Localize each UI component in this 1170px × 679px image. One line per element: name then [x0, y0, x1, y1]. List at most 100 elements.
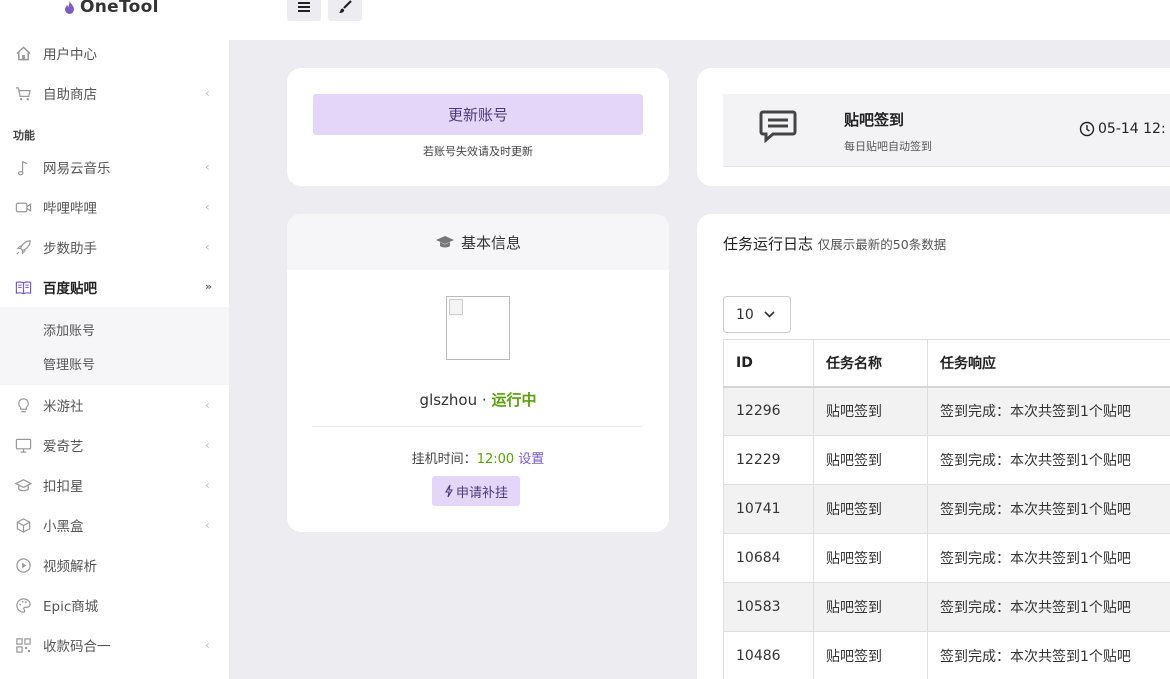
submenu-item-add-account[interactable]: 添加账号	[0, 312, 229, 346]
sidebar-item-epic-store[interactable]: Epic商城	[0, 585, 229, 625]
sidebar-item-label: 用户中心	[43, 47, 97, 63]
column-header-task-name[interactable]: 任务名称	[813, 339, 928, 388]
app-name: OneTool	[80, 0, 159, 17]
sidebar-item-baidu-tieba[interactable]: 百度贴吧 »	[0, 267, 229, 307]
table-row: 10486 贴吧签到 签到完成：本次共签到1个贴吧	[723, 631, 1170, 679]
section-label-features: 功能	[13, 129, 35, 142]
log-subtitle: 仅展示最新的50条数据	[817, 237, 947, 252]
sign-task-time: 05-14 12:	[1079, 121, 1166, 137]
page-size-select[interactable]: 10	[723, 296, 791, 333]
column-header-task-response[interactable]: 任务响应	[927, 339, 1170, 388]
cell-task-name: 贴吧签到	[813, 386, 928, 436]
table-row: 10583 贴吧签到 签到完成：本次共签到1个贴吧	[723, 582, 1170, 632]
status-badge: 运行中	[491, 391, 537, 409]
account-status-line: glszhou · 运行中	[287, 389, 669, 410]
top-bar	[229, 0, 1170, 40]
column-header-id[interactable]: ID	[723, 339, 814, 388]
cell-task-response: 签到完成：本次共签到1个贴吧	[927, 435, 1170, 485]
theme-button[interactable]	[328, 0, 362, 21]
sidebar-item-netease-music[interactable]: 网易云音乐 ‹	[0, 147, 229, 187]
cell-id: 12229	[723, 435, 814, 485]
lightning-icon	[445, 484, 453, 498]
sidebar-item-label: 步数助手	[43, 241, 97, 257]
hang-time-line: 挂机时间：12:00 设置	[287, 448, 669, 467]
sidebar-item-label: Epic商城	[43, 599, 99, 615]
sidebar-item-label: 百度贴吧	[43, 281, 97, 297]
chevron-left-icon: ‹	[205, 478, 210, 492]
sidebar-item-shop[interactable]: 自助商店 ‹	[0, 73, 229, 113]
chevron-left-icon: ‹	[205, 240, 210, 254]
cell-id: 10486	[723, 631, 814, 679]
update-account-button[interactable]: 更新账号	[313, 94, 643, 135]
apply-resign-button[interactable]: 申请补挂	[432, 476, 520, 506]
graduation-cap-icon	[435, 236, 454, 248]
chevron-down-icon	[764, 311, 775, 318]
sidebar-item-label: 自助商店	[43, 87, 97, 103]
basic-info-title: 基本信息	[460, 233, 521, 252]
qrcode-icon	[14, 636, 32, 654]
sidebar-item-iqiyi[interactable]: 爱奇艺 ‹	[0, 425, 229, 465]
sidebar-item-label: 网易云音乐	[43, 161, 111, 177]
cell-task-name: 贴吧签到	[813, 631, 928, 679]
hang-time-label: 挂机时间：	[411, 452, 477, 467]
cell-task-response: 签到完成：本次共签到1个贴吧	[927, 484, 1170, 534]
page-size-value: 10	[736, 306, 754, 323]
cell-task-name: 贴吧签到	[813, 435, 928, 485]
table-row: 10684 贴吧签到 签到完成：本次共签到1个贴吧	[723, 533, 1170, 583]
sidebar-item-bilibili[interactable]: 哔哩哔哩 ‹	[0, 187, 229, 227]
sidebar: OneTool 用户中心 自助商店 ‹ 功能 网易云音乐 ‹ 哔哩哔哩 ‹ 步数…	[0, 0, 229, 679]
chevron-left-icon: ‹	[205, 86, 210, 100]
task-log-title: 任务运行日志 仅展示最新的50条数据	[723, 233, 946, 254]
app-logo[interactable]: OneTool	[64, 0, 159, 18]
table-row: 12296 贴吧签到 签到完成：本次共签到1个贴吧	[723, 386, 1170, 436]
task-log-card: 任务运行日志 仅展示最新的50条数据 10 ID 任务名称 任务响应 12296…	[697, 214, 1170, 679]
task-log-table: ID 任务名称 任务响应 12296 贴吧签到 签到完成：本次共签到1个贴吧 1…	[723, 339, 1170, 679]
avatar	[446, 296, 510, 360]
table-row: 12229 贴吧签到 签到完成：本次共签到1个贴吧	[723, 435, 1170, 485]
menu-toggle-button[interactable]	[287, 0, 321, 21]
sidebar-item-xiaoheihe[interactable]: 小黑盒 ‹	[0, 505, 229, 545]
sidebar-menu: 用户中心 自助商店 ‹ 功能 网易云音乐 ‹ 哔哩哔哩 ‹ 步数助手 ‹ 百度贴…	[0, 33, 229, 665]
sidebar-item-miyoushe[interactable]: 米游社 ‹	[0, 385, 229, 425]
graduation-cap-icon	[14, 476, 32, 494]
sidebar-item-koukouxing[interactable]: 扣扣星 ‹	[0, 465, 229, 505]
hamburger-icon	[298, 1, 310, 12]
account-update-card: 更新账号 若账号失效请及时更新	[287, 68, 669, 186]
hang-time-setting-link[interactable]: 设置	[518, 452, 544, 467]
sidebar-item-label: 视频解析	[43, 559, 97, 575]
cell-task-response: 签到完成：本次共签到1个贴吧	[927, 582, 1170, 632]
sidebar-item-step-helper[interactable]: 步数助手 ‹	[0, 227, 229, 267]
chevron-left-icon: ‹	[205, 438, 210, 452]
home-icon	[14, 44, 32, 62]
cell-task-response: 签到完成：本次共签到1个贴吧	[927, 631, 1170, 679]
table-header-row: ID 任务名称 任务响应	[723, 339, 1170, 388]
divider	[312, 426, 642, 427]
sidebar-item-payment-qrcode[interactable]: 收款码合一 ‹	[0, 625, 229, 665]
hang-time-value: 12:00	[476, 452, 515, 467]
sign-task-card: 贴吧签到 每日贴吧自动签到 05-14 12:	[697, 68, 1170, 186]
chevron-double-down-icon: »	[205, 280, 213, 293]
rocket-icon	[14, 238, 32, 256]
username: glszhou	[419, 391, 478, 409]
monitor-icon	[14, 436, 32, 454]
video-camera-icon	[14, 198, 32, 216]
sidebar-item-label: 米游社	[43, 399, 84, 415]
sign-task-box[interactable]: 贴吧签到 每日贴吧自动签到 05-14 12:	[723, 94, 1170, 167]
update-note: 若账号失效请及时更新	[423, 145, 533, 158]
submenu-baidu-tieba: 添加账号 管理账号	[0, 307, 229, 385]
lightbulb-icon	[14, 396, 32, 414]
submenu-item-manage-account[interactable]: 管理账号	[0, 346, 229, 380]
basic-info-card: 基本信息 glszhou · 运行中 挂机时间：12:00 设置 申请补挂	[287, 214, 669, 532]
sign-task-subtitle: 每日贴吧自动签到	[844, 140, 932, 153]
sidebar-item-label: 哔哩哔哩	[43, 201, 97, 217]
sidebar-item-user-center[interactable]: 用户中心	[0, 33, 229, 73]
chevron-left-icon: ‹	[205, 518, 210, 532]
chevron-left-icon: ‹	[205, 160, 210, 174]
sidebar-item-video-parse[interactable]: 视频解析	[0, 545, 229, 585]
cell-id: 10583	[723, 582, 814, 632]
cell-task-response: 签到完成：本次共签到1个贴吧	[927, 533, 1170, 583]
sidebar-item-label: 扣扣星	[43, 479, 84, 495]
box-icon	[14, 516, 32, 534]
cell-id: 10741	[723, 484, 814, 534]
chevron-left-icon: ‹	[205, 200, 210, 214]
